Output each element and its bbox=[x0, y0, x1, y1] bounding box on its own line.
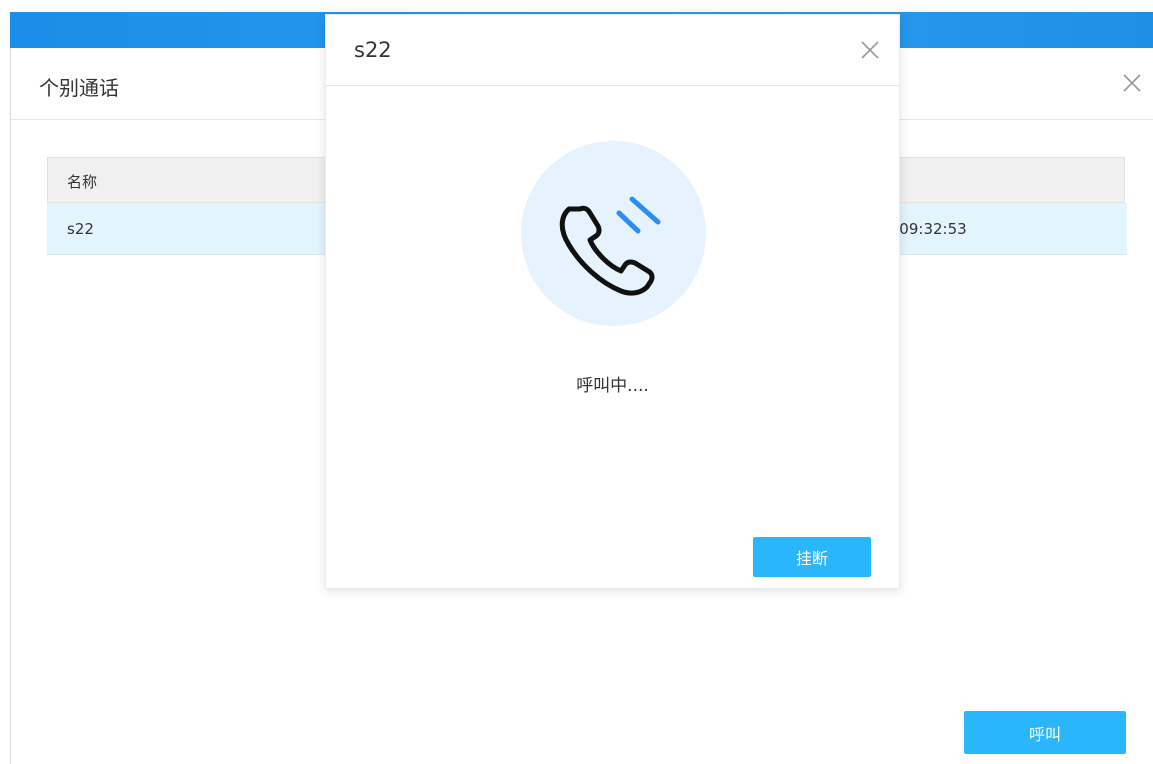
call-button[interactable]: 呼叫 bbox=[964, 711, 1126, 754]
row-name: s22 bbox=[67, 220, 94, 238]
avatar bbox=[521, 141, 706, 326]
hangup-button[interactable]: 挂断 bbox=[753, 537, 871, 577]
modal-header: s22 bbox=[326, 15, 899, 86]
column-header-name: 名称 bbox=[67, 173, 98, 191]
dialog-title: 个别通话 bbox=[39, 76, 119, 100]
call-status-text: 呼叫中.... bbox=[576, 376, 649, 396]
calling-modal: s22 呼叫中.... 挂断 bbox=[325, 14, 900, 589]
close-icon[interactable] bbox=[859, 39, 881, 61]
close-icon[interactable] bbox=[1121, 72, 1143, 94]
phone-calling-icon bbox=[559, 196, 661, 296]
modal-title: s22 bbox=[354, 38, 392, 62]
